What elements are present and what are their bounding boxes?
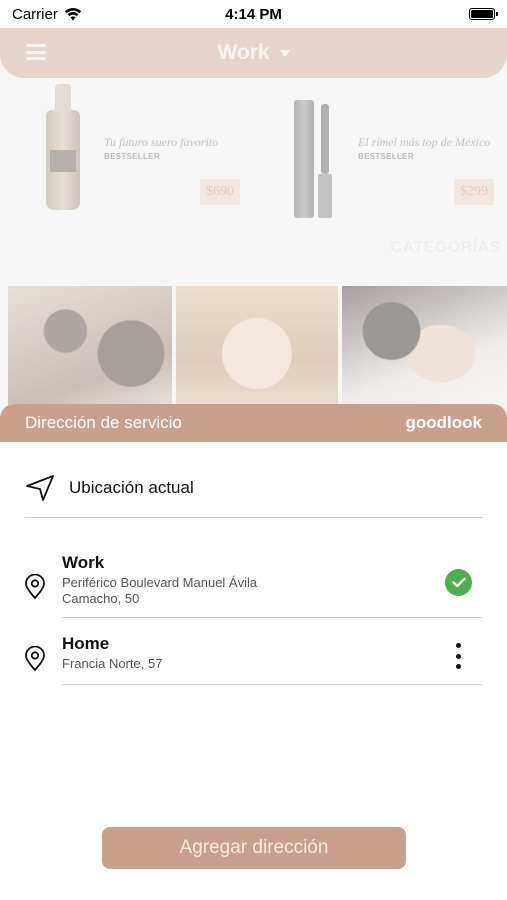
serum-bottle-image[interactable]: [46, 84, 80, 210]
address-item-work[interactable]: Work Periférico Boulevard Manuel Ávila C…: [24, 552, 482, 618]
more-vertical-icon[interactable]: [454, 643, 462, 669]
address-line: Camacho, 50: [62, 591, 140, 606]
nav-title: Work: [217, 41, 270, 64]
product-badge: BESTSELLER: [104, 152, 160, 161]
mascara-image[interactable]: [294, 100, 314, 218]
hamburger-icon[interactable]: [26, 44, 46, 60]
product-price[interactable]: $690: [200, 179, 240, 205]
current-location-option[interactable]: Ubicación actual: [25, 466, 483, 518]
address-line: Periférico Boulevard Manuel Ávila: [62, 575, 258, 590]
navigation-arrow-icon: [26, 474, 54, 501]
address-item-home[interactable]: Home Francia Norte, 57: [24, 632, 482, 685]
location-pin-icon: [25, 645, 45, 672]
address-sheet: Dirección de servicio goodlook Ubicación…: [0, 404, 507, 900]
product-tagline: El rímel más top de México: [358, 135, 491, 149]
product-badge: BESTSELLER: [358, 152, 414, 161]
sheet-header: Dirección de servicio goodlook: [0, 404, 507, 442]
categories-title: CATEGORÍAS: [390, 239, 501, 256]
current-location-label: Ubicación actual: [69, 477, 194, 497]
battery-icon: [469, 8, 498, 20]
location-selector[interactable]: Work: [217, 41, 290, 65]
address-name: Home: [62, 634, 110, 653]
add-address-button[interactable]: Agregar dirección: [102, 827, 406, 869]
address-line: Francia Norte, 57: [62, 656, 163, 671]
check-circle-icon: [445, 569, 472, 596]
sheet-title: Dirección de servicio: [25, 413, 182, 432]
mascara-wand-image: [318, 104, 332, 218]
status-bar: Carrier 4:14 PM: [0, 0, 507, 28]
brand-logo: goodlook: [405, 413, 482, 432]
carrier-label: Carrier: [12, 5, 58, 23]
top-navbar: Work: [0, 28, 507, 78]
address-name: Work: [62, 553, 105, 572]
product-price[interactable]: $299: [454, 179, 494, 205]
location-pin-icon: [25, 573, 45, 600]
product-tagline: Tu futuro suero favorito: [104, 135, 219, 149]
background-screen: Carrier 4:14 PM Work Tu futuro suero fav…: [0, 0, 507, 430]
wifi-icon: [64, 7, 82, 20]
caret-down-icon: [279, 49, 290, 57]
